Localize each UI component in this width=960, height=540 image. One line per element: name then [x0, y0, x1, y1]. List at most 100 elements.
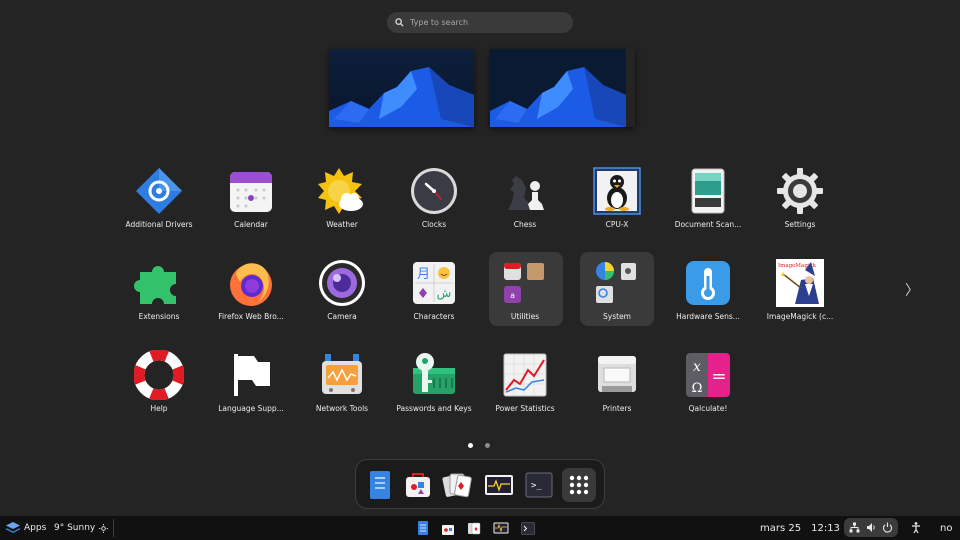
- char-glyph-a: 月: [417, 267, 430, 282]
- svg-text:a: a: [510, 291, 515, 300]
- folder-utilities[interactable]: a Utilities: [479, 244, 571, 322]
- page-dot-2[interactable]: [485, 443, 490, 448]
- app-label: Network Tools: [315, 404, 369, 413]
- workspace-1-thumbnail[interactable]: [329, 49, 474, 127]
- app-additional-drivers[interactable]: Additional Drivers: [113, 152, 205, 230]
- calc-omega-glyph: Ω: [692, 381, 703, 396]
- search-input[interactable]: Type to search: [387, 12, 573, 33]
- next-page-arrow[interactable]: 〉: [905, 280, 919, 300]
- dock-software[interactable]: [401, 468, 435, 502]
- app-label: System: [603, 312, 631, 321]
- puzzle-icon: [134, 258, 184, 308]
- app-power-statistics[interactable]: Power Statistics: [479, 336, 571, 414]
- sun-icon: [99, 523, 109, 533]
- dock-card-game[interactable]: [440, 468, 474, 502]
- app-grid-icon: [569, 475, 589, 495]
- flag-icon: [226, 350, 276, 400]
- accessibility-button[interactable]: [911, 516, 921, 540]
- app-hardware-sensors[interactable]: Hardware Sens...: [662, 244, 754, 322]
- key-icon: [409, 350, 459, 400]
- app-label: Firefox Web Bro...: [218, 312, 284, 321]
- bottom-panel: Apps 9° Sunny mars 25 12:13 no: [0, 516, 960, 540]
- clock-indicator[interactable]: mars 25 12:13: [760, 516, 840, 540]
- app-printers[interactable]: Printers: [571, 336, 663, 414]
- app-label: Qalculate!: [688, 404, 728, 413]
- app-label: Calendar: [234, 220, 268, 229]
- app-label: Printers: [602, 404, 632, 413]
- app-passwords-and-keys[interactable]: Passwords and Keys: [388, 336, 480, 414]
- app-label: Passwords and Keys: [396, 404, 472, 413]
- app-language-support[interactable]: Language Supp...: [205, 336, 297, 414]
- network-icon: [849, 522, 860, 533]
- app-cpu-x[interactable]: CPU-X: [571, 152, 663, 230]
- card-game-icon: [442, 473, 472, 498]
- weather-text: 9° Sunny: [54, 523, 96, 533]
- keyboard-layout-indicator[interactable]: no: [940, 516, 952, 540]
- calc-equals-glyph: =: [711, 366, 726, 387]
- page-dot-1[interactable]: [468, 443, 473, 448]
- taskbar-software-icon[interactable]: [441, 522, 455, 535]
- taskbar-terminal-icon[interactable]: [521, 521, 535, 535]
- app-camera[interactable]: Camera: [296, 244, 388, 322]
- system-monitor-icon: [485, 475, 513, 495]
- terminal-icon: >_: [525, 472, 553, 498]
- calendar-icon: [226, 166, 276, 216]
- document-scanner-icon: [683, 166, 733, 216]
- taskbar-system-monitor-icon[interactable]: [493, 522, 509, 534]
- app-label: Extensions: [138, 312, 180, 321]
- workspace-2-thumbnail[interactable]: [490, 49, 635, 127]
- app-qalculate[interactable]: x Ω = Qalculate!: [662, 336, 754, 414]
- accessibility-icon: [912, 522, 920, 534]
- folder-system[interactable]: System: [571, 244, 663, 322]
- app-label: Document Scan...: [674, 220, 742, 229]
- apps-menu-button[interactable]: Apps: [5, 516, 46, 540]
- lifebuoy-icon: [133, 349, 185, 401]
- taskbar-apps: [417, 516, 535, 540]
- dock-system-monitor[interactable]: [482, 468, 516, 502]
- search-placeholder: Type to search: [410, 18, 469, 27]
- dock-terminal[interactable]: >_: [522, 468, 556, 502]
- app-settings[interactable]: Settings: [754, 152, 846, 230]
- cpu-x-icon: [592, 166, 642, 216]
- app-firefox[interactable]: Firefox Web Bro...: [205, 244, 297, 322]
- system-tray[interactable]: [844, 518, 898, 537]
- taskbar-card-game-icon[interactable]: [467, 522, 481, 535]
- weather-indicator[interactable]: 9° Sunny: [54, 516, 109, 540]
- characters-icon: 月 ش: [409, 258, 459, 308]
- camera-icon: [317, 258, 367, 308]
- app-calendar[interactable]: Calendar: [205, 152, 297, 230]
- calc-x-glyph: x: [693, 359, 701, 375]
- app-label: Hardware Sens...: [676, 312, 740, 321]
- app-clocks[interactable]: Clocks: [388, 152, 480, 230]
- text-editor-icon: [370, 471, 390, 499]
- taskbar-text-editor-icon[interactable]: [417, 521, 429, 535]
- imagemagick-icon: ImageMagick: [775, 258, 825, 308]
- firefox-icon: [226, 258, 276, 308]
- app-weather[interactable]: Weather: [296, 152, 388, 230]
- clock-icon: [409, 166, 459, 216]
- app-network-tools[interactable]: Network Tools: [296, 336, 388, 414]
- dock-text-editor[interactable]: [363, 468, 397, 502]
- dock: >_: [355, 459, 605, 509]
- software-icon: [406, 473, 430, 497]
- search-icon: [395, 18, 404, 27]
- dock-show-apps[interactable]: [562, 468, 596, 502]
- app-chess[interactable]: Chess: [479, 152, 571, 230]
- app-label: Additional Drivers: [125, 220, 193, 229]
- app-extensions[interactable]: Extensions: [113, 244, 205, 322]
- app-characters[interactable]: 月 ش Characters: [388, 244, 480, 322]
- utilities-folder-icon: a: [500, 258, 550, 308]
- app-label: Settings: [784, 220, 816, 229]
- power-icon: [882, 522, 892, 533]
- app-help[interactable]: Help: [113, 336, 205, 414]
- app-label: Language Supp...: [218, 404, 284, 413]
- layers-icon: [6, 522, 20, 533]
- app-document-scanner[interactable]: Document Scan...: [662, 152, 754, 230]
- chess-icon: [500, 166, 550, 216]
- date-text: mars 25: [760, 522, 802, 534]
- terminal-prompt-glyph: >_: [531, 481, 542, 491]
- network-tools-icon: [317, 350, 367, 400]
- printer-icon: [592, 350, 642, 400]
- app-imagemagick[interactable]: ImageMagick ImageMagick (c...: [754, 244, 846, 322]
- system-folder-icon: [592, 258, 642, 308]
